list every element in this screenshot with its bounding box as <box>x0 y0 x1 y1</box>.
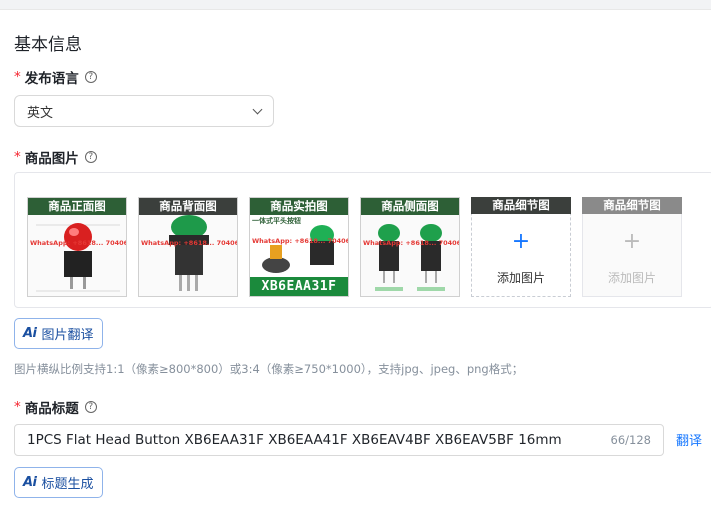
image-thumbnail-real[interactable]: 商品实拍图 一体式平头按钮 WhatsApp: +8618... 7040688… <box>249 197 349 297</box>
add-image-detail[interactable]: 商品细节图 + 添加图片 <box>471 197 571 297</box>
product-title-value: 1PCS Flat Head Button XB6EAA31F XB6EAA41… <box>27 432 562 448</box>
top-bar <box>0 0 711 10</box>
language-select[interactable]: 英文 <box>14 95 274 127</box>
language-label-text: 发布语言 <box>24 71 79 87</box>
help-icon[interactable]: ? <box>84 71 97 83</box>
char-counter: 66/128 <box>610 433 651 447</box>
add-image-text: 添加图片 <box>496 271 545 285</box>
language-label: * 发布语言 ? <box>14 67 97 87</box>
title-generate-label: 标题生成 <box>41 477 94 492</box>
watermark-text: WhatsApp: +8618... 7040688 <box>363 239 460 247</box>
thumbnail-title: 商品侧面图 <box>361 198 459 215</box>
image-format-hint: 图片横纵比例支持1:1（像素≥800*800）或3:4（像素≥750*1000）… <box>14 362 524 376</box>
add-image-text: 添加图片 <box>607 271 656 285</box>
add-image-detail-disabled: 商品细节图 + 添加图片 <box>582 197 682 297</box>
image-thumbnail-front[interactable]: 商品正面图 WhatsApp: +8618... 7040688 <box>27 197 127 297</box>
language-select-value: 英文 <box>27 105 54 121</box>
model-overlay-text: XB6EAA31F <box>250 277 348 296</box>
thumbnail-title: 商品背面图 <box>139 198 237 215</box>
product-title-label-text: 商品标题 <box>24 401 79 417</box>
images-label-text: 商品图片 <box>24 151 79 167</box>
image-thumbnail-side[interactable]: 商品侧面图 WhatsApp: +8618... 7040688 <box>360 197 460 297</box>
product-photo-back <box>169 215 209 291</box>
thumbnail-title: 商品细节图 <box>471 197 571 214</box>
plus-icon: + <box>622 229 642 254</box>
product-photo-front <box>36 223 120 292</box>
ai-icon: Ai <box>23 326 37 341</box>
thumbnail-title: 商品细节图 <box>582 197 682 214</box>
product-title-label: * 商品标题 ? <box>14 397 97 417</box>
ai-icon: Ai <box>23 475 37 490</box>
images-label: * 商品图片 ? <box>14 147 97 167</box>
required-mark: * <box>14 149 21 165</box>
thumbnail-title: 商品正面图 <box>28 198 126 215</box>
help-icon[interactable]: ? <box>84 151 97 163</box>
image-thumbnail-back[interactable]: 商品背面图 WhatsApp: +8618... 7040688 <box>138 197 238 297</box>
watermark-text: WhatsApp: +8618... 7040688 <box>141 239 238 247</box>
translate-link[interactable]: 翻译 <box>676 430 702 449</box>
plus-icon: + <box>511 229 531 254</box>
banner-text: 一体式平头按钮 <box>252 217 301 225</box>
thumbnail-title: 商品实拍图 <box>250 198 348 215</box>
section-title: 基本信息 <box>14 35 82 55</box>
chevron-down-icon <box>252 104 263 114</box>
product-photo-side <box>375 224 445 291</box>
required-mark: * <box>14 399 21 415</box>
product-title-input[interactable]: 1PCS Flat Head Button XB6EAA31F XB6EAA41… <box>14 424 664 456</box>
image-translate-label: 图片翻译 <box>41 328 94 343</box>
help-icon[interactable]: ? <box>84 401 97 413</box>
watermark-text: WhatsApp: +8618... 7040688 <box>30 239 127 247</box>
title-generate-button[interactable]: Ai 标题生成 <box>14 467 103 498</box>
watermark-text: WhatsApp: +8618... 7040688 <box>252 237 349 245</box>
image-translate-button[interactable]: Ai 图片翻译 <box>14 318 103 349</box>
image-upload-panel: 商品正面图 WhatsApp: +8618... 7040688 商品背面图 W… <box>14 172 711 308</box>
required-mark: * <box>14 69 21 85</box>
